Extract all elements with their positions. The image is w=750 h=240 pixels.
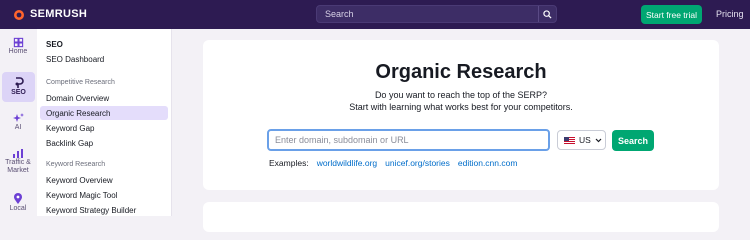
menu-section-keyword-research: Keyword Research	[46, 161, 106, 168]
rail-item-seo[interactable]: SEO	[2, 72, 35, 102]
menu-item-backlink-gap[interactable]: Backlink Gap	[46, 139, 93, 148]
ai-sparkle-icon	[13, 113, 24, 122]
menu-item-seo-dashboard[interactable]: SEO Dashboard	[46, 55, 104, 64]
menu-item-keyword-magic-tool[interactable]: Keyword Magic Tool	[46, 191, 117, 200]
menu-heading: SEO	[46, 40, 63, 49]
search-button[interactable]: Search	[612, 130, 654, 151]
domain-input-placeholder: Enter domain, subdomain or URL	[275, 135, 409, 145]
us-flag-icon	[564, 136, 575, 144]
example-link[interactable]: worldwildlife.org	[317, 158, 377, 168]
rail-label: AI	[14, 124, 22, 131]
domain-input[interactable]: Enter domain, subdomain or URL	[267, 129, 550, 151]
rail-item-home[interactable]: Home	[0, 37, 36, 63]
rail-label: SEO	[11, 89, 26, 96]
top-bar: SEMRUSH Search Start free trial Pricing	[0, 0, 750, 29]
semrush-flame-icon	[14, 10, 24, 20]
subtitle-line-2: Start with learning what works best for …	[349, 102, 573, 112]
icon-rail: Home SEO AI Traffic & Market Local	[0, 29, 37, 216]
seo-menu: SEO SEO Dashboard Competitive Research D…	[37, 29, 172, 216]
chevron-down-icon	[595, 138, 602, 142]
examples-row: Examples: worldwildlife.org unicef.org/s…	[269, 158, 517, 168]
global-search-button[interactable]	[538, 6, 556, 22]
rail-label: Home	[8, 48, 28, 55]
seo-icon	[15, 77, 24, 88]
organic-research-card: Organic Research Do you want to reach th…	[203, 40, 719, 190]
traffic-chart-icon	[13, 149, 23, 158]
rail-item-ai[interactable]: AI	[0, 113, 36, 137]
menu-item-keyword-gap[interactable]: Keyword Gap	[46, 124, 94, 133]
home-icon	[13, 37, 23, 48]
start-free-trial-button[interactable]: Start free trial	[641, 5, 702, 24]
secondary-card	[203, 202, 719, 232]
menu-item-keyword-strategy-builder[interactable]: Keyword Strategy Builder	[46, 206, 136, 215]
location-pin-icon	[14, 193, 22, 204]
global-search-input[interactable]: Search	[325, 9, 354, 19]
example-link[interactable]: unicef.org/stories	[385, 158, 450, 168]
page-title: Organic Research	[375, 61, 547, 83]
menu-item-organic-research[interactable]: Organic Research	[46, 109, 110, 118]
rail-label: Local	[9, 205, 27, 212]
menu-item-domain-overview[interactable]: Domain Overview	[46, 94, 109, 103]
rail-item-local[interactable]: Local	[0, 193, 36, 217]
database-select[interactable]: US	[557, 130, 606, 150]
semrush-logo[interactable]: SEMRUSH	[12, 8, 87, 20]
menu-item-keyword-overview[interactable]: Keyword Overview	[46, 176, 113, 185]
global-search[interactable]: Search	[316, 5, 557, 23]
rail-item-traffic-market[interactable]: Traffic & Market	[0, 148, 36, 182]
menu-section-competitive-research: Competitive Research	[46, 79, 115, 86]
database-value: US	[579, 135, 591, 145]
subtitle-line-1: Do you want to reach the top of the SERP…	[374, 90, 548, 100]
search-icon	[543, 9, 552, 19]
examples-label: Examples:	[269, 158, 309, 168]
pricing-link[interactable]: Pricing	[716, 9, 744, 19]
rail-label: Traffic & Market	[5, 159, 31, 174]
brand-name: SEMRUSH	[30, 8, 88, 20]
example-link[interactable]: edition.cnn.com	[458, 158, 518, 168]
